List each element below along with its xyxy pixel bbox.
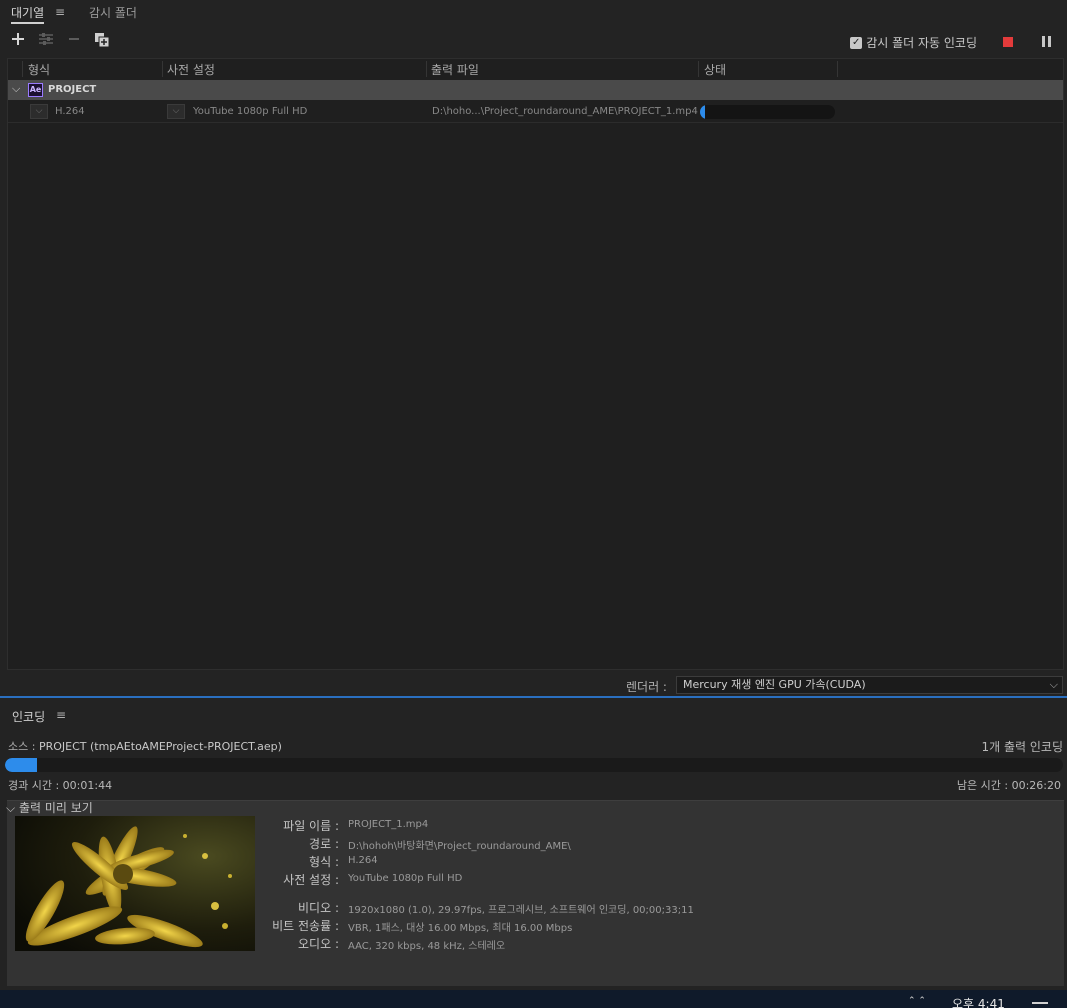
item-progress-fill <box>700 105 706 119</box>
info-row-audio: 오디오 : AAC, 320 kbps, 48 kHz, 스테레오 <box>7 935 767 952</box>
info-value: D:\hohoh\바탕화면\Project_roundaround_AME\ <box>348 841 571 852</box>
plus-icon[interactable] <box>9 32 27 50</box>
info-value: PROJECT_1.mp4 <box>348 819 429 830</box>
auto-encode-toggle[interactable]: ✓ 감시 폴더 자동 인코딩 <box>850 34 977 51</box>
output-preview-label: 출력 미리 보기 <box>18 801 93 815</box>
output-preview-panel: 파일 이름 : PROJECT_1.mp4 경로 : D:\hohoh\바탕화면… <box>7 800 1064 986</box>
renderer-select[interactable]: Mercury 재생 엔진 GPU 가속(CUDA) ⌵ <box>676 676 1063 694</box>
tray-chevron-icon[interactable]: ⌃ ⌃ <box>908 996 926 1006</box>
tab-queue[interactable]: 대기열 <box>11 4 45 24</box>
info-value: VBR, 1패스, 대상 16.00 Mbps, 최대 16.00 Mbps <box>348 923 573 934</box>
chevron-down-icon: ⌵ <box>1049 678 1058 691</box>
item-preset[interactable]: YouTube 1080p Full HD <box>193 106 307 117</box>
item-progress-bar <box>700 105 835 119</box>
info-row-video: 비디오 : 1920x1080 (1.0), 29.97fps, 프로그레시브,… <box>7 899 767 916</box>
remaining-time: 남은 시간 : 00:26:20 <box>956 779 1061 792</box>
info-key: 비디오 : <box>298 901 339 915</box>
checkbox-icon[interactable]: ✓ <box>850 36 863 49</box>
tab-watch-folders[interactable]: 감시 폴더 <box>89 4 137 24</box>
duplicate-icon[interactable] <box>93 32 111 50</box>
after-effects-icon: Ae <box>28 83 43 97</box>
info-key: 사전 설정 : <box>283 873 339 887</box>
info-key: 경로 : <box>309 837 339 851</box>
renderer-label: 렌더러 : <box>626 680 667 694</box>
chevron-down-icon: ⌵ <box>6 801 16 815</box>
tab-encoding[interactable]: 인코딩 <box>12 708 45 725</box>
info-value: AAC, 320 kbps, 48 kHz, 스테레오 <box>348 941 506 952</box>
queue-toolbar: ✓ 감시 폴더 자동 인코딩 <box>0 30 1067 54</box>
source-label: 소스 : <box>8 740 36 753</box>
group-name: PROJECT <box>48 84 97 95</box>
renderer-bar: 렌더러 : Mercury 재생 엔진 GPU 가속(CUDA) ⌵ <box>0 674 1067 696</box>
output-preview-toggle[interactable]: ⌵ 출력 미리 보기 <box>6 799 93 816</box>
sliders-icon[interactable] <box>37 32 55 50</box>
info-row-path: 경로 : D:\hohoh\바탕화면\Project_roundaround_A… <box>7 835 767 852</box>
info-value: YouTube 1080p Full HD <box>348 873 463 884</box>
queue-group-row[interactable]: ⌵ Ae PROJECT <box>8 80 1063 100</box>
column-header-status[interactable]: 상태 <box>704 61 726 78</box>
encoding-progress-bar <box>5 758 1063 772</box>
info-key: 형식 : <box>309 855 339 869</box>
encoding-panel: 인코딩 ≡ 소스 : PROJECT (tmpAEtoAMEProject-PR… <box>0 698 1067 990</box>
column-header-output-file[interactable]: 출력 파일 <box>431 61 479 78</box>
queue-list: 형식 사전 설정 출력 파일 상태 ⌵ Ae PROJECT ⌵ H.264 ⌵… <box>7 58 1064 670</box>
column-header-format[interactable]: 형식 <box>28 61 50 78</box>
column-header-preset[interactable]: 사전 설정 <box>167 61 215 78</box>
minus-icon[interactable] <box>65 32 83 50</box>
format-dropdown-icon[interactable]: ⌵ <box>30 104 48 119</box>
encoding-panel-menu-icon[interactable]: ≡ <box>56 708 66 722</box>
info-row-bitrate: 비트 전송률 : VBR, 1패스, 대상 16.00 Mbps, 최대 16.… <box>7 917 767 934</box>
item-output-file[interactable]: D:\hoho...\Project_roundaround_AME\PROJE… <box>432 106 698 117</box>
notification-icon[interactable] <box>1032 1002 1048 1008</box>
elapsed-time: 경과 시간 : 00:01:44 <box>8 779 113 792</box>
renderer-value: Mercury 재생 엔진 GPU 가속(CUDA) <box>683 678 866 691</box>
info-row-format: 형식 : H.264 <box>7 853 767 869</box>
info-key: 비트 전송률 : <box>272 919 339 933</box>
queue-item-row[interactable]: ⌵ H.264 ⌵ YouTube 1080p Full HD D:\hoho.… <box>8 101 1063 123</box>
info-key: 오디오 : <box>298 937 339 951</box>
pause-queue-button[interactable] <box>1042 36 1052 47</box>
queue-panel: 대기열 ≡ 감시 폴더 ✓ 감시 폴더 자동 인코딩 형식 사전 설정 출력 파… <box>0 0 1067 696</box>
queue-panel-menu-icon[interactable]: ≡ <box>55 5 65 19</box>
info-value: H.264 <box>348 855 378 866</box>
info-row-preset: 사전 설정 : YouTube 1080p Full HD <box>7 871 767 887</box>
preset-dropdown-icon[interactable]: ⌵ <box>167 104 185 119</box>
chevron-down-icon[interactable]: ⌵ <box>12 82 20 96</box>
info-value: 1920x1080 (1.0), 29.97fps, 프로그레시브, 소프트웨어… <box>348 905 694 916</box>
source-value: PROJECT (tmpAEtoAMEProject-PROJECT.aep) <box>38 740 282 753</box>
encoding-progress-fill <box>5 758 37 772</box>
output-count: 1개 출력 인코딩 <box>981 740 1063 754</box>
stop-queue-button[interactable] <box>1003 37 1013 47</box>
auto-encode-label: 감시 폴더 자동 인코딩 <box>866 36 977 50</box>
queue-tab-bar: 대기열 ≡ 감시 폴더 <box>0 0 1067 26</box>
info-row-filename: 파일 이름 : PROJECT_1.mp4 <box>7 817 767 833</box>
item-format[interactable]: H.264 <box>55 106 85 117</box>
info-key: 파일 이름 : <box>283 819 339 833</box>
taskbar: ⌃ ⌃ 오후 4:41 <box>0 990 1067 1008</box>
column-headers: 형식 사전 설정 출력 파일 상태 <box>8 59 1063 80</box>
clock[interactable]: 오후 4:41 <box>952 995 1005 1008</box>
source-line: 소스 : PROJECT (tmpAEtoAMEProject-PROJECT.… <box>8 738 282 754</box>
